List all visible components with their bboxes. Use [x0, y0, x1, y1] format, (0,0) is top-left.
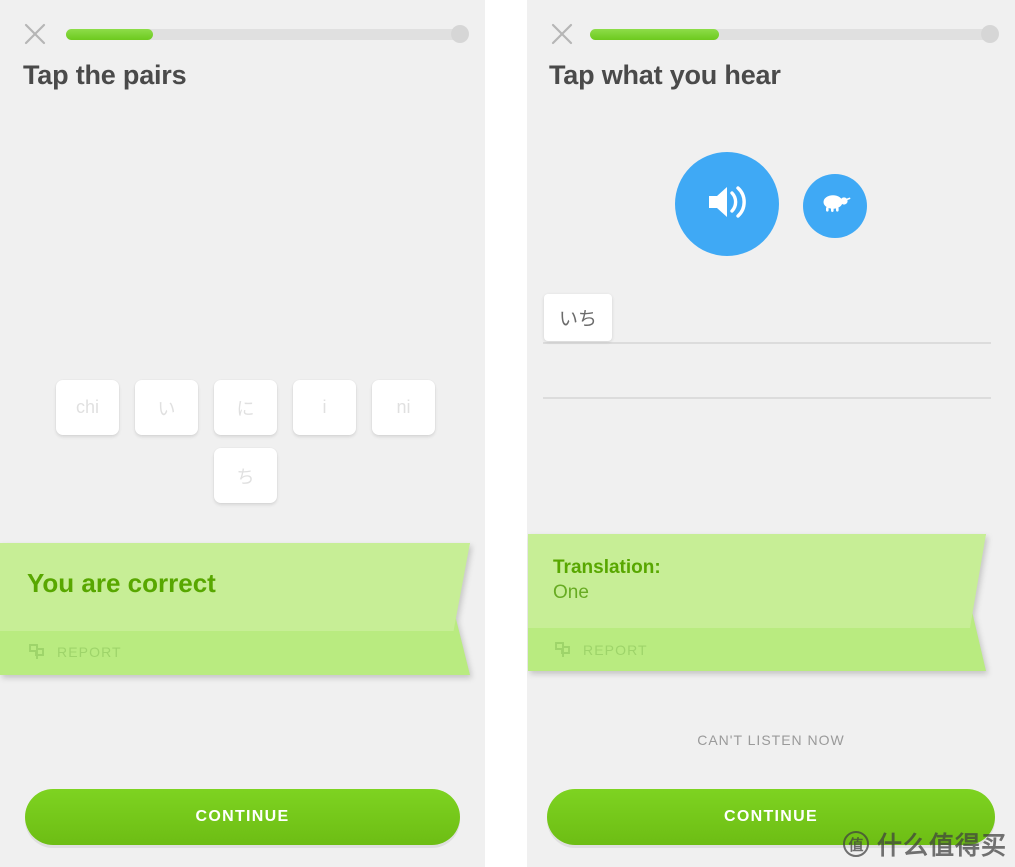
- report-label: REPORT: [583, 642, 648, 658]
- watermark: 值 什么值得买: [842, 826, 1007, 862]
- report-label: REPORT: [57, 644, 122, 660]
- match-tile-label: い: [157, 398, 176, 419]
- report-button[interactable]: REPORT: [28, 643, 122, 661]
- answer-line-1: [543, 342, 991, 344]
- progress-bar-track: [66, 29, 463, 40]
- match-tile-label: ち: [236, 466, 255, 487]
- match-tile-label: chi: [75, 397, 99, 417]
- match-tile[interactable]: い: [135, 380, 198, 435]
- flag-report-icon: [554, 641, 572, 659]
- lesson-panel-listen: Tap what you hear Translation: One REPOR…: [527, 0, 1015, 867]
- match-tile[interactable]: ち: [214, 448, 277, 503]
- watermark-badge: 值: [842, 831, 869, 857]
- lesson-panel-match-pairs: Tap the pairs chi い に i ni ち You are cor…: [0, 0, 485, 867]
- feedback-banner-correct: You are correct REPORT: [0, 543, 470, 675]
- match-tile-label: i: [322, 397, 327, 417]
- translation-label: Translation:: [553, 557, 661, 578]
- match-tile-label: に: [236, 398, 255, 419]
- answer-tile[interactable]: いち: [544, 294, 612, 341]
- screenshot-stage: Tap the pairs chi い に i ni ち You are cor…: [0, 0, 1015, 867]
- report-button[interactable]: REPORT: [554, 641, 648, 659]
- match-tiles-row-2: ち: [214, 448, 277, 503]
- match-tile[interactable]: i: [293, 380, 356, 435]
- watermark-text: 什么值得买: [876, 832, 1007, 860]
- progress-end-dot: [451, 25, 469, 43]
- cant-listen-now-link[interactable]: CAN'T LISTEN NOW: [527, 732, 1015, 748]
- page-title: Tap the pairs: [23, 60, 187, 90]
- match-tiles-row-1: chi い に i ni: [56, 380, 435, 435]
- close-icon[interactable]: [23, 22, 47, 46]
- continue-button[interactable]: CONTINUE: [25, 789, 460, 845]
- translation-value: One: [553, 582, 589, 603]
- match-tile[interactable]: に: [214, 380, 277, 435]
- answer-tile-label: いち: [558, 309, 597, 330]
- banner-background-upper: [528, 534, 986, 628]
- answer-line-2: [543, 397, 991, 399]
- match-tile-label: ni: [396, 397, 411, 417]
- feedback-banner-translation: Translation: One REPORT: [528, 534, 986, 671]
- flag-report-icon: [28, 643, 46, 661]
- match-tile[interactable]: ni: [372, 380, 435, 435]
- progress-bar-fill: [66, 29, 154, 40]
- match-tile[interactable]: chi: [56, 380, 119, 435]
- feedback-title: You are correct: [27, 568, 216, 598]
